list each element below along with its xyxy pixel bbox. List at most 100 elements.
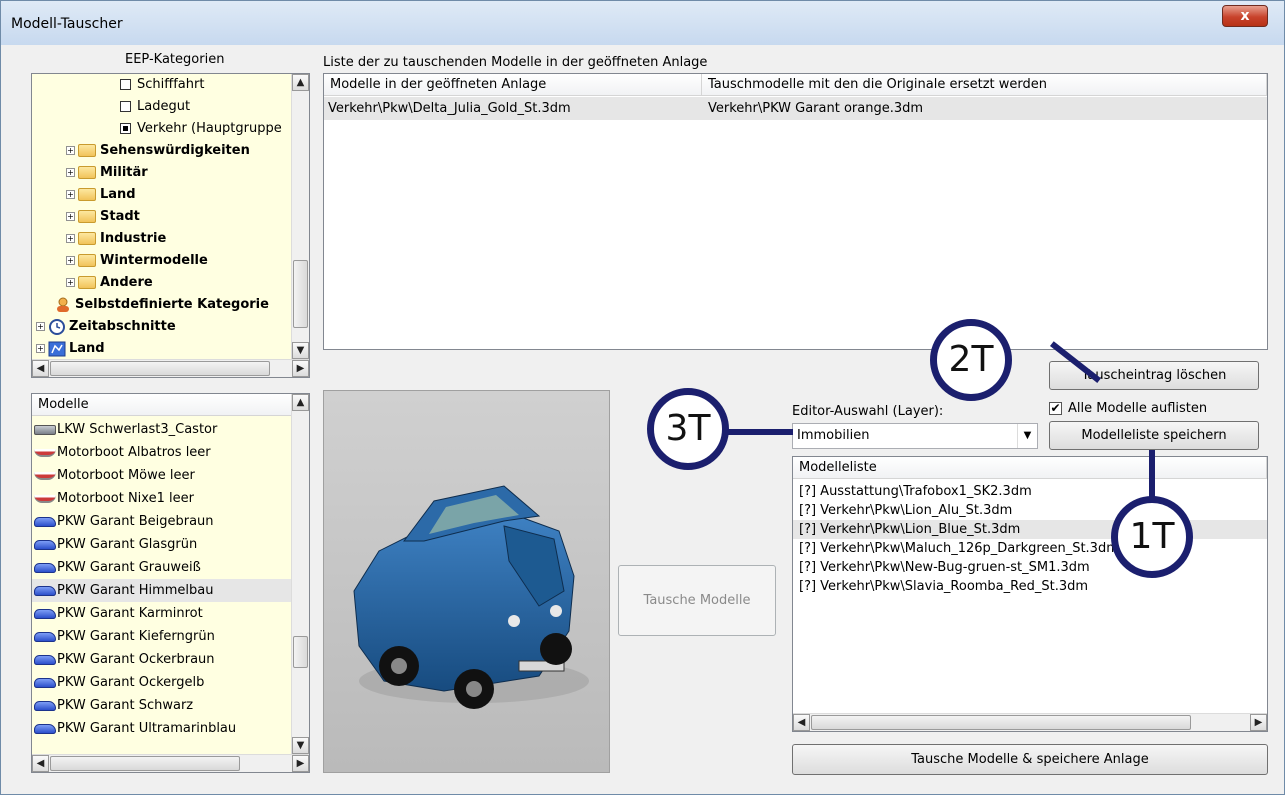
expand-plus-icon[interactable]: +	[36, 344, 45, 353]
tree-item-selbstdefiniert[interactable]: Selbstdefinierte Kategorie	[54, 294, 269, 316]
list-item-label: PKW Garant Glasgrün	[57, 537, 198, 552]
swap-list[interactable]: Modelle in der geöffneten Anlage Tauschm…	[323, 73, 1268, 350]
list-item[interactable]: Motorboot Albatros leer	[32, 441, 292, 464]
scroll-left-icon[interactable]: ◀	[793, 714, 810, 731]
scroll-right-icon[interactable]: ▶	[292, 360, 309, 377]
tree-vertical-scrollbar[interactable]: ▲ ▼	[291, 74, 309, 359]
expand-plus-icon[interactable]: +	[66, 278, 75, 287]
tree-item-andere[interactable]: + Andere	[66, 272, 153, 294]
clock-icon	[49, 318, 65, 335]
list-item-label: [?] Ausstattung\Trafobox1_SK2.3dm	[799, 484, 1032, 499]
swap-cell-replacement: Verkehr\PKW Garant orange.3dm	[708, 101, 924, 116]
title-bar: Modell-Tauscher x	[1, 1, 1284, 45]
tree-item-label: Stadt	[100, 209, 140, 224]
truck-icon	[34, 424, 56, 435]
scroll-thumb[interactable]	[50, 756, 240, 771]
tree-horizontal-scrollbar[interactable]: ◀ ▶	[32, 359, 309, 377]
category-tree[interactable]: Schifffahrt Ladegut Verkehr (Hauptgruppe…	[31, 73, 310, 378]
car-icon	[34, 723, 56, 734]
boat-icon	[34, 471, 56, 480]
tree-item-label: Selbstdefinierte Kategorie	[75, 297, 269, 312]
tree-item-label: Land	[100, 187, 136, 202]
models-vertical-scrollbar[interactable]: ▲ ▼	[291, 394, 309, 754]
tree-item-verkehr[interactable]: Verkehr (Hauptgruppe	[120, 118, 282, 140]
scroll-down-icon[interactable]: ▼	[292, 342, 309, 359]
list-item[interactable]: PKW Garant Ockerbraun	[32, 648, 292, 671]
models-list[interactable]: Modelle LKW Schwerlast3_Castor Motorboot…	[31, 393, 310, 773]
scroll-right-icon[interactable]: ▶	[292, 755, 309, 772]
swap-column-replacement[interactable]: Tauschmodelle mit den die Originale erse…	[702, 74, 1267, 96]
editor-layer-select[interactable]: Immobilien ▼	[792, 423, 1038, 449]
list-item[interactable]: Motorboot Möwe leer	[32, 464, 292, 487]
car-icon	[34, 677, 56, 688]
list-item-selected[interactable]: PKW Garant Himmelbau	[32, 579, 292, 602]
tree-item-land-root[interactable]: + Land	[36, 338, 105, 360]
tree-item-industrie[interactable]: + Industrie	[66, 228, 166, 250]
tree-item-militaer[interactable]: + Militär	[66, 162, 148, 184]
list-all-models-toggle[interactable]: ✔ Alle Modelle auflisten	[1049, 401, 1207, 416]
scroll-left-icon[interactable]: ◀	[32, 755, 49, 772]
model-list-header: Modelleliste	[793, 457, 1267, 479]
checkmark-icon[interactable]: ✔	[1049, 402, 1062, 415]
unchecked-box-icon	[120, 101, 131, 112]
scroll-thumb[interactable]	[293, 636, 308, 668]
tree-item-stadt[interactable]: + Stadt	[66, 206, 140, 228]
tree-item-land[interactable]: + Land	[66, 184, 136, 206]
swap-cell-original: Verkehr\Pkw\Delta_Julia_Gold_St.3dm	[328, 101, 571, 116]
list-item-label: [?] Verkehr\Pkw\Maluch_126p_Darkgreen_St…	[799, 541, 1119, 556]
swap-and-save-button[interactable]: Tausche Modelle & speichere Anlage	[792, 744, 1268, 775]
scroll-up-icon[interactable]: ▲	[292, 74, 309, 91]
list-item[interactable]: LKW Schwerlast3_Castor	[32, 418, 292, 441]
car-icon	[34, 562, 56, 573]
model-list-horizontal-scrollbar[interactable]: ◀ ▶	[793, 713, 1267, 731]
tree-item-sehenswuerdigkeiten[interactable]: + Sehenswürdigkeiten	[66, 140, 250, 162]
scroll-up-icon[interactable]: ▲	[292, 394, 309, 411]
expand-plus-icon[interactable]: +	[66, 168, 75, 177]
swap-models-button[interactable]: Tausche Modelle	[618, 565, 776, 636]
list-item[interactable]: [?] Verkehr\Pkw\Lion_Alu_St.3dm	[793, 501, 1267, 520]
scroll-right-icon[interactable]: ▶	[1250, 714, 1267, 731]
expand-plus-icon[interactable]: +	[66, 256, 75, 265]
categories-label: EEP-Kategorien	[125, 52, 225, 67]
list-item[interactable]: PKW Garant Ultramarinblau	[32, 717, 292, 740]
folder-icon	[78, 232, 96, 245]
list-item[interactable]: PKW Garant Karminrot	[32, 602, 292, 625]
callout-2t: 2T	[930, 319, 1012, 401]
list-item[interactable]: Motorboot Nixe1 leer	[32, 487, 292, 510]
list-item[interactable]: [?] Verkehr\Pkw\New-Bug-gruen-st_SM1.3dm	[793, 558, 1267, 577]
list-item[interactable]: PKW Garant Kieferngrün	[32, 625, 292, 648]
list-item[interactable]: PKW Garant Beigebraun	[32, 510, 292, 533]
tree-item-zeitabschnitte[interactable]: + Zeitabschnitte	[36, 316, 176, 338]
expand-plus-icon[interactable]: +	[66, 212, 75, 221]
tree-item-label: Land	[69, 341, 105, 356]
expand-plus-icon[interactable]: +	[66, 190, 75, 199]
model-list-panel[interactable]: Modelleliste [?] Ausstattung\Trafobox1_S…	[792, 456, 1268, 732]
list-item[interactable]: PKW Garant Schwarz	[32, 694, 292, 717]
expand-plus-icon[interactable]: +	[66, 146, 75, 155]
swap-row[interactable]: Verkehr\Pkw\Delta_Julia_Gold_St.3dm Verk…	[324, 97, 1267, 120]
scroll-left-icon[interactable]: ◀	[32, 360, 49, 377]
swap-column-original[interactable]: Modelle in der geöffneten Anlage	[324, 74, 702, 96]
list-item-selected[interactable]: [?] Verkehr\Pkw\Lion_Blue_St.3dm	[793, 520, 1267, 539]
close-button[interactable]: x	[1222, 5, 1268, 27]
expand-plus-icon[interactable]: +	[36, 322, 45, 331]
chevron-down-icon[interactable]: ▼	[1017, 424, 1037, 448]
tree-item-ladegut[interactable]: Ladegut	[120, 96, 190, 118]
list-item[interactable]: PKW Garant Grauweiß	[32, 556, 292, 579]
list-item[interactable]: PKW Garant Ockergelb	[32, 671, 292, 694]
scroll-down-icon[interactable]: ▼	[292, 737, 309, 754]
list-item[interactable]: [?] Verkehr\Pkw\Slavia_Roomba_Red_St.3dm	[793, 577, 1267, 596]
scroll-thumb[interactable]	[293, 260, 308, 328]
save-model-list-button[interactable]: Modelleliste speichern	[1049, 421, 1259, 450]
tree-item-schifffahrt[interactable]: Schifffahrt	[120, 74, 204, 96]
tree-item-wintermodelle[interactable]: + Wintermodelle	[66, 250, 208, 272]
scroll-thumb[interactable]	[50, 361, 270, 376]
scroll-thumb[interactable]	[811, 715, 1191, 730]
list-item-label: [?] Verkehr\Pkw\Lion_Alu_St.3dm	[799, 503, 1013, 518]
list-item[interactable]: PKW Garant Glasgrün	[32, 533, 292, 556]
models-horizontal-scrollbar[interactable]: ◀ ▶	[32, 754, 309, 772]
list-item[interactable]: [?] Verkehr\Pkw\Maluch_126p_Darkgreen_St…	[793, 539, 1267, 558]
model-preview	[323, 390, 610, 773]
list-item[interactable]: [?] Ausstattung\Trafobox1_SK2.3dm	[793, 482, 1267, 501]
expand-plus-icon[interactable]: +	[66, 234, 75, 243]
